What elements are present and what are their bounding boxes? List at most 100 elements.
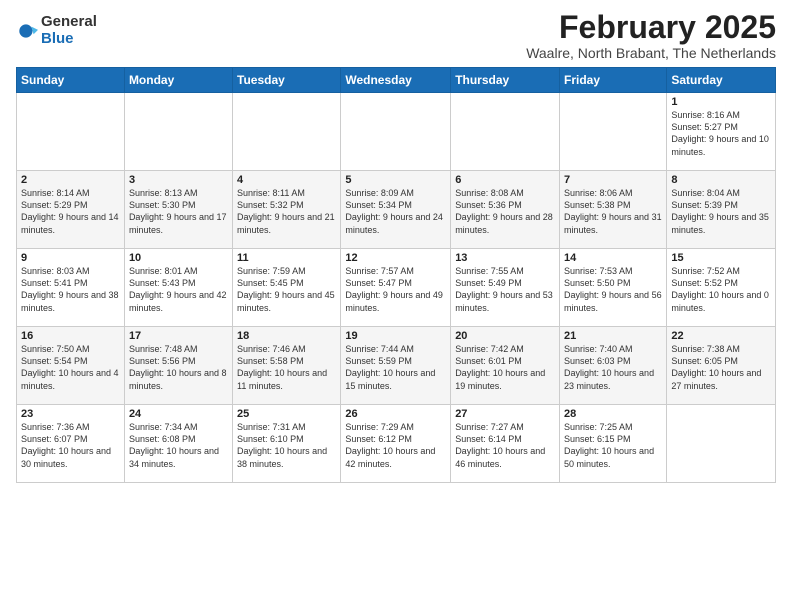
day-number-16: 16	[21, 330, 120, 342]
day-cell-11: 11Sunrise: 7:59 AM Sunset: 5:45 PM Dayli…	[233, 249, 341, 327]
empty-cell	[451, 93, 560, 171]
day-number-8: 8	[671, 174, 771, 186]
day-info-24: Sunrise: 7:34 AM Sunset: 6:08 PM Dayligh…	[129, 421, 228, 470]
day-cell-3: 3Sunrise: 8:13 AM Sunset: 5:30 PM Daylig…	[124, 171, 232, 249]
page: General Blue February 2025 Waalre, North…	[0, 0, 792, 493]
day-info-3: Sunrise: 8:13 AM Sunset: 5:30 PM Dayligh…	[129, 187, 228, 236]
day-info-20: Sunrise: 7:42 AM Sunset: 6:01 PM Dayligh…	[455, 343, 555, 392]
weekday-header-wednesday: Wednesday	[341, 68, 451, 93]
logo-text: General Blue	[41, 14, 97, 47]
day-cell-12: 12Sunrise: 7:57 AM Sunset: 5:47 PM Dayli…	[341, 249, 451, 327]
header: General Blue February 2025 Waalre, North…	[16, 10, 776, 61]
day-number-11: 11	[237, 252, 336, 264]
day-number-14: 14	[564, 252, 662, 264]
empty-cell	[233, 93, 341, 171]
month-title: February 2025	[526, 10, 776, 45]
day-cell-1: 1Sunrise: 8:16 AM Sunset: 5:27 PM Daylig…	[667, 93, 776, 171]
weekday-header-thursday: Thursday	[451, 68, 560, 93]
empty-cell	[341, 93, 451, 171]
day-number-7: 7	[564, 174, 662, 186]
day-info-18: Sunrise: 7:46 AM Sunset: 5:58 PM Dayligh…	[237, 343, 336, 392]
empty-cell	[560, 93, 667, 171]
day-number-12: 12	[345, 252, 446, 264]
day-info-28: Sunrise: 7:25 AM Sunset: 6:15 PM Dayligh…	[564, 421, 662, 470]
day-cell-13: 13Sunrise: 7:55 AM Sunset: 5:49 PM Dayli…	[451, 249, 560, 327]
day-info-8: Sunrise: 8:04 AM Sunset: 5:39 PM Dayligh…	[671, 187, 771, 236]
day-info-11: Sunrise: 7:59 AM Sunset: 5:45 PM Dayligh…	[237, 265, 336, 314]
week-row-3: 16Sunrise: 7:50 AM Sunset: 5:54 PM Dayli…	[17, 327, 776, 405]
day-cell-10: 10Sunrise: 8:01 AM Sunset: 5:43 PM Dayli…	[124, 249, 232, 327]
empty-cell	[667, 405, 776, 483]
week-row-1: 2Sunrise: 8:14 AM Sunset: 5:29 PM Daylig…	[17, 171, 776, 249]
day-info-10: Sunrise: 8:01 AM Sunset: 5:43 PM Dayligh…	[129, 265, 228, 314]
empty-cell	[17, 93, 125, 171]
logo-general: General	[41, 14, 97, 31]
day-info-19: Sunrise: 7:44 AM Sunset: 5:59 PM Dayligh…	[345, 343, 446, 392]
day-info-27: Sunrise: 7:27 AM Sunset: 6:14 PM Dayligh…	[455, 421, 555, 470]
day-number-28: 28	[564, 408, 662, 420]
day-cell-24: 24Sunrise: 7:34 AM Sunset: 6:08 PM Dayli…	[124, 405, 232, 483]
day-number-24: 24	[129, 408, 228, 420]
title-area: February 2025 Waalre, North Brabant, The…	[526, 10, 776, 61]
day-number-5: 5	[345, 174, 446, 186]
day-info-14: Sunrise: 7:53 AM Sunset: 5:50 PM Dayligh…	[564, 265, 662, 314]
weekday-header-row: SundayMondayTuesdayWednesdayThursdayFrid…	[17, 68, 776, 93]
day-number-1: 1	[671, 96, 771, 108]
day-cell-4: 4Sunrise: 8:11 AM Sunset: 5:32 PM Daylig…	[233, 171, 341, 249]
day-number-26: 26	[345, 408, 446, 420]
day-info-21: Sunrise: 7:40 AM Sunset: 6:03 PM Dayligh…	[564, 343, 662, 392]
day-info-2: Sunrise: 8:14 AM Sunset: 5:29 PM Dayligh…	[21, 187, 120, 236]
location: Waalre, North Brabant, The Netherlands	[526, 45, 776, 61]
day-number-21: 21	[564, 330, 662, 342]
day-info-17: Sunrise: 7:48 AM Sunset: 5:56 PM Dayligh…	[129, 343, 228, 392]
week-row-0: 1Sunrise: 8:16 AM Sunset: 5:27 PM Daylig…	[17, 93, 776, 171]
day-number-18: 18	[237, 330, 336, 342]
day-number-25: 25	[237, 408, 336, 420]
day-number-9: 9	[21, 252, 120, 264]
day-number-10: 10	[129, 252, 228, 264]
weekday-header-tuesday: Tuesday	[233, 68, 341, 93]
day-number-2: 2	[21, 174, 120, 186]
day-info-4: Sunrise: 8:11 AM Sunset: 5:32 PM Dayligh…	[237, 187, 336, 236]
day-info-15: Sunrise: 7:52 AM Sunset: 5:52 PM Dayligh…	[671, 265, 771, 314]
weekday-header-sunday: Sunday	[17, 68, 125, 93]
day-cell-7: 7Sunrise: 8:06 AM Sunset: 5:38 PM Daylig…	[560, 171, 667, 249]
day-info-22: Sunrise: 7:38 AM Sunset: 6:05 PM Dayligh…	[671, 343, 771, 392]
weekday-header-monday: Monday	[124, 68, 232, 93]
day-number-15: 15	[671, 252, 771, 264]
weekday-header-friday: Friday	[560, 68, 667, 93]
logo-icon	[16, 20, 38, 42]
day-info-5: Sunrise: 8:09 AM Sunset: 5:34 PM Dayligh…	[345, 187, 446, 236]
calendar-table: SundayMondayTuesdayWednesdayThursdayFrid…	[16, 67, 776, 483]
logo-blue: Blue	[41, 31, 97, 48]
weekday-header-saturday: Saturday	[667, 68, 776, 93]
day-cell-15: 15Sunrise: 7:52 AM Sunset: 5:52 PM Dayli…	[667, 249, 776, 327]
day-info-12: Sunrise: 7:57 AM Sunset: 5:47 PM Dayligh…	[345, 265, 446, 314]
day-number-4: 4	[237, 174, 336, 186]
day-cell-18: 18Sunrise: 7:46 AM Sunset: 5:58 PM Dayli…	[233, 327, 341, 405]
day-number-3: 3	[129, 174, 228, 186]
week-row-4: 23Sunrise: 7:36 AM Sunset: 6:07 PM Dayli…	[17, 405, 776, 483]
day-cell-16: 16Sunrise: 7:50 AM Sunset: 5:54 PM Dayli…	[17, 327, 125, 405]
day-cell-5: 5Sunrise: 8:09 AM Sunset: 5:34 PM Daylig…	[341, 171, 451, 249]
day-number-22: 22	[671, 330, 771, 342]
day-number-27: 27	[455, 408, 555, 420]
day-info-26: Sunrise: 7:29 AM Sunset: 6:12 PM Dayligh…	[345, 421, 446, 470]
week-row-2: 9Sunrise: 8:03 AM Sunset: 5:41 PM Daylig…	[17, 249, 776, 327]
day-number-13: 13	[455, 252, 555, 264]
day-cell-20: 20Sunrise: 7:42 AM Sunset: 6:01 PM Dayli…	[451, 327, 560, 405]
day-number-6: 6	[455, 174, 555, 186]
day-info-25: Sunrise: 7:31 AM Sunset: 6:10 PM Dayligh…	[237, 421, 336, 470]
day-cell-8: 8Sunrise: 8:04 AM Sunset: 5:39 PM Daylig…	[667, 171, 776, 249]
day-cell-2: 2Sunrise: 8:14 AM Sunset: 5:29 PM Daylig…	[17, 171, 125, 249]
day-cell-23: 23Sunrise: 7:36 AM Sunset: 6:07 PM Dayli…	[17, 405, 125, 483]
day-cell-26: 26Sunrise: 7:29 AM Sunset: 6:12 PM Dayli…	[341, 405, 451, 483]
day-number-17: 17	[129, 330, 228, 342]
day-number-23: 23	[21, 408, 120, 420]
day-cell-9: 9Sunrise: 8:03 AM Sunset: 5:41 PM Daylig…	[17, 249, 125, 327]
day-cell-21: 21Sunrise: 7:40 AM Sunset: 6:03 PM Dayli…	[560, 327, 667, 405]
day-cell-22: 22Sunrise: 7:38 AM Sunset: 6:05 PM Dayli…	[667, 327, 776, 405]
logo: General Blue	[16, 14, 97, 47]
day-cell-6: 6Sunrise: 8:08 AM Sunset: 5:36 PM Daylig…	[451, 171, 560, 249]
day-cell-25: 25Sunrise: 7:31 AM Sunset: 6:10 PM Dayli…	[233, 405, 341, 483]
